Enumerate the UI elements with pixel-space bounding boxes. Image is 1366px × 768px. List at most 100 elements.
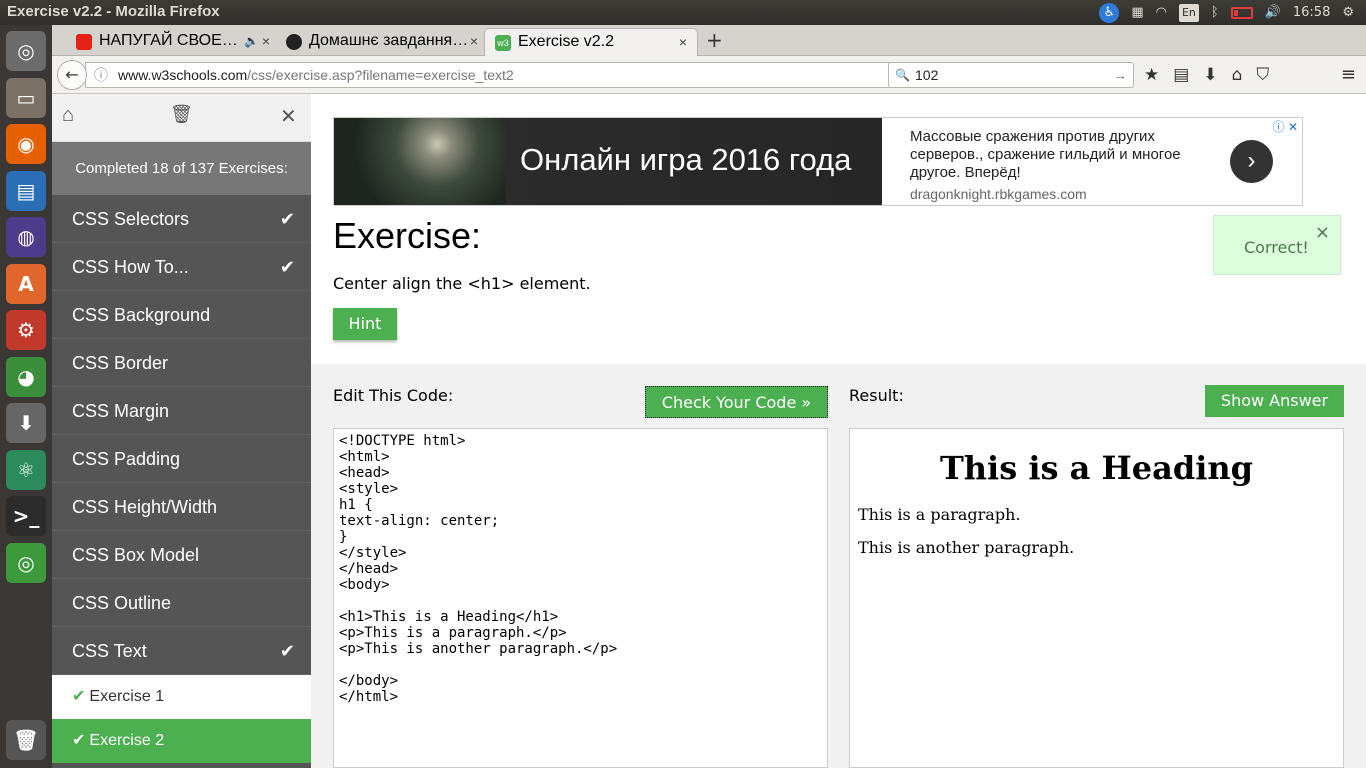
reading-list-icon[interactable]: ▤ xyxy=(1173,65,1189,85)
info-icon[interactable]: ⓘ xyxy=(94,63,108,87)
correct-notice: Correct! × xyxy=(1213,215,1341,275)
exercise-item[interactable]: ✔ Exercise 1 xyxy=(52,675,311,719)
sidebar-item-label: CSS Text xyxy=(72,641,147,661)
w3schools-icon: w3 xyxy=(495,35,511,51)
check-icon: ✔ xyxy=(279,209,295,229)
eclipse-icon[interactable]: ◍ xyxy=(6,217,46,257)
check-icon: ✔ xyxy=(279,641,295,661)
system-settings-icon[interactable]: ⚙ xyxy=(6,310,46,350)
trash-icon[interactable]: 🗑 xyxy=(6,720,46,760)
sidebar-item[interactable]: CSS Height/Width xyxy=(52,483,311,531)
firefox-icon[interactable]: ◉ xyxy=(6,124,46,164)
sidebar-item[interactable]: CSS How To... ✔ xyxy=(52,243,311,291)
workspaces-icon[interactable]: ▦ xyxy=(1131,0,1143,25)
sidebar-item[interactable]: CSS Text ✔ xyxy=(52,627,311,675)
exercise-item-active[interactable]: ✔ Exercise 2 xyxy=(52,719,311,763)
terminal-icon[interactable]: >_ xyxy=(6,496,46,536)
check-code-button[interactable]: Check Your Code » xyxy=(645,386,828,418)
sidebar-item[interactable]: CSS Box Model xyxy=(52,531,311,579)
downloads-icon[interactable]: ⬇ xyxy=(1203,65,1217,85)
hint-button[interactable]: Hint xyxy=(333,308,397,340)
software-center-icon[interactable]: A xyxy=(6,263,46,304)
new-tab-button[interactable]: + xyxy=(706,28,723,52)
search-go-icon[interactable]: → xyxy=(1113,63,1127,87)
code-editor[interactable]: <!DOCTYPE html> <html> <head> <style> h1… xyxy=(333,428,828,768)
search-icon: 🔍 xyxy=(895,68,910,82)
sidebar-item[interactable]: CSS Padding xyxy=(52,435,311,483)
bookmark-star-icon[interactable]: ★ xyxy=(1144,65,1159,85)
pocket-icon[interactable]: ⛉ xyxy=(1256,65,1269,85)
show-answer-button[interactable]: Show Answer xyxy=(1205,385,1344,417)
tab-youtube[interactable]: НАПУГАЙ СВОЕ… 🔈 × xyxy=(66,28,280,56)
bluetooth-icon[interactable]: ᛒ xyxy=(1211,0,1219,25)
search-value: 102 xyxy=(915,67,939,83)
atom-icon[interactable]: ⚛ xyxy=(6,449,46,490)
gear-icon[interactable]: ⚙ xyxy=(1342,0,1354,25)
result-heading: This is a Heading xyxy=(939,449,1254,487)
check-icon: ✔ xyxy=(279,257,295,277)
sidebar-item-label: CSS Selectors xyxy=(72,209,190,229)
clock[interactable]: 16:58 xyxy=(1293,0,1330,25)
battery-icon[interactable] xyxy=(1230,6,1253,19)
close-icon[interactable]: × xyxy=(470,28,478,54)
tab-label: НАПУГАЙ СВОЕ… xyxy=(99,32,238,49)
tab-homework[interactable]: Домашнє завдання… × xyxy=(276,28,488,56)
trash-icon[interactable]: 🗑 xyxy=(170,104,193,125)
volume-icon[interactable]: 🔊 xyxy=(1265,0,1281,25)
close-icon[interactable]: × xyxy=(262,28,270,54)
sidebar-item-label: CSS How To... xyxy=(72,257,189,277)
search-input[interactable]: 🔍 102 → xyxy=(888,62,1134,88)
ad-text[interactable]: Массовые сражения против других серверов… xyxy=(910,128,1220,182)
close-icon[interactable]: ✕ xyxy=(280,104,297,129)
sidebar-item[interactable]: CSS Margin xyxy=(52,387,311,435)
ad-domain[interactable]: dragonknight.rbkgames.com xyxy=(910,186,1087,202)
sidebar-item-label: CSS Padding xyxy=(72,449,181,469)
result-paragraph: This is a paragraph. xyxy=(858,505,1021,524)
accessibility-icon[interactable]: ♿ xyxy=(1099,2,1120,23)
chevron-right-icon[interactable]: › xyxy=(1230,140,1273,183)
chrome-icon[interactable]: ◕ xyxy=(6,356,46,397)
keyboard-layout-indicator[interactable]: En xyxy=(1178,3,1199,22)
ad-headline[interactable]: Онлайн игра 2016 года xyxy=(520,142,851,178)
wifi-icon[interactable]: ◠ xyxy=(1156,0,1167,25)
sidebar-item[interactable]: CSS Selectors ✔ xyxy=(52,195,311,243)
url-text[interactable]: www.w3schools.com/css/exercise.asp?filen… xyxy=(118,63,514,87)
files-icon[interactable]: ▭ xyxy=(6,77,46,118)
network-icon[interactable]: ◎ xyxy=(6,542,46,583)
sidebar-item-label: CSS Background xyxy=(72,305,211,325)
result-frame: This is a Heading This is a paragraph. T… xyxy=(849,428,1344,768)
ad-warrior-image xyxy=(334,118,506,205)
ubuntu-dash-icon[interactable]: ◎ xyxy=(6,31,46,71)
sidebar-item[interactable]: CSS Background xyxy=(52,291,311,339)
adchoices-icon[interactable]: ⓘ ✕ xyxy=(1273,118,1298,135)
exercise-label: Exercise 2 xyxy=(89,732,165,749)
document-viewer-icon[interactable]: ▤ xyxy=(6,170,46,211)
sidebar-item[interactable]: CSS Border xyxy=(52,339,311,387)
url-path: /css/exercise.asp?filename=exercise_text… xyxy=(247,67,514,83)
home-icon[interactable]: ⌂ xyxy=(1232,65,1243,85)
advertisement[interactable]: Онлайн игра 2016 года Массовые сражения … xyxy=(333,117,1303,206)
close-icon[interactable]: × xyxy=(1315,222,1330,243)
audio-icon[interactable]: 🔈 xyxy=(244,28,259,54)
editor-area: Edit This Code: Check Your Code » Result… xyxy=(311,364,1366,768)
navigation-bar: ⓘ www.w3schools.com/css/exercise.asp?fil… xyxy=(52,56,1366,94)
skype-icon xyxy=(286,34,302,50)
tab-label: Домашнє завдання… xyxy=(309,32,469,49)
instruction-text: Center align the <h1> element. xyxy=(333,274,591,293)
sidebar-toolbar: ⌂ 🗑 ✕ xyxy=(52,94,311,142)
sidebar-item-label: CSS Margin xyxy=(72,401,170,421)
close-icon[interactable]: × xyxy=(679,29,687,55)
back-button[interactable]: ← xyxy=(57,60,87,90)
hamburger-menu-icon[interactable]: ≡ xyxy=(1341,64,1356,85)
url-host: www.w3schools.com xyxy=(118,67,248,83)
sidebar-item[interactable]: CSS Outline xyxy=(52,579,311,627)
check-icon: ✔ xyxy=(72,732,86,749)
tab-exercise[interactable]: w3 Exercise v2.2 × xyxy=(484,28,698,56)
installer-icon[interactable]: ⬇ xyxy=(6,403,46,443)
system-tray: ♿ ▦ ◠ En ᛒ 🔊 16:58 ⚙ xyxy=(1099,0,1366,25)
tab-label: Exercise v2.2 xyxy=(518,33,615,50)
home-icon[interactable]: ⌂ xyxy=(62,104,74,127)
main-content: Онлайн игра 2016 года Массовые сражения … xyxy=(311,94,1366,768)
url-bar[interactable]: ⓘ www.w3schools.com/css/exercise.asp?fil… xyxy=(85,62,931,88)
correct-message: Correct! xyxy=(1244,238,1309,257)
